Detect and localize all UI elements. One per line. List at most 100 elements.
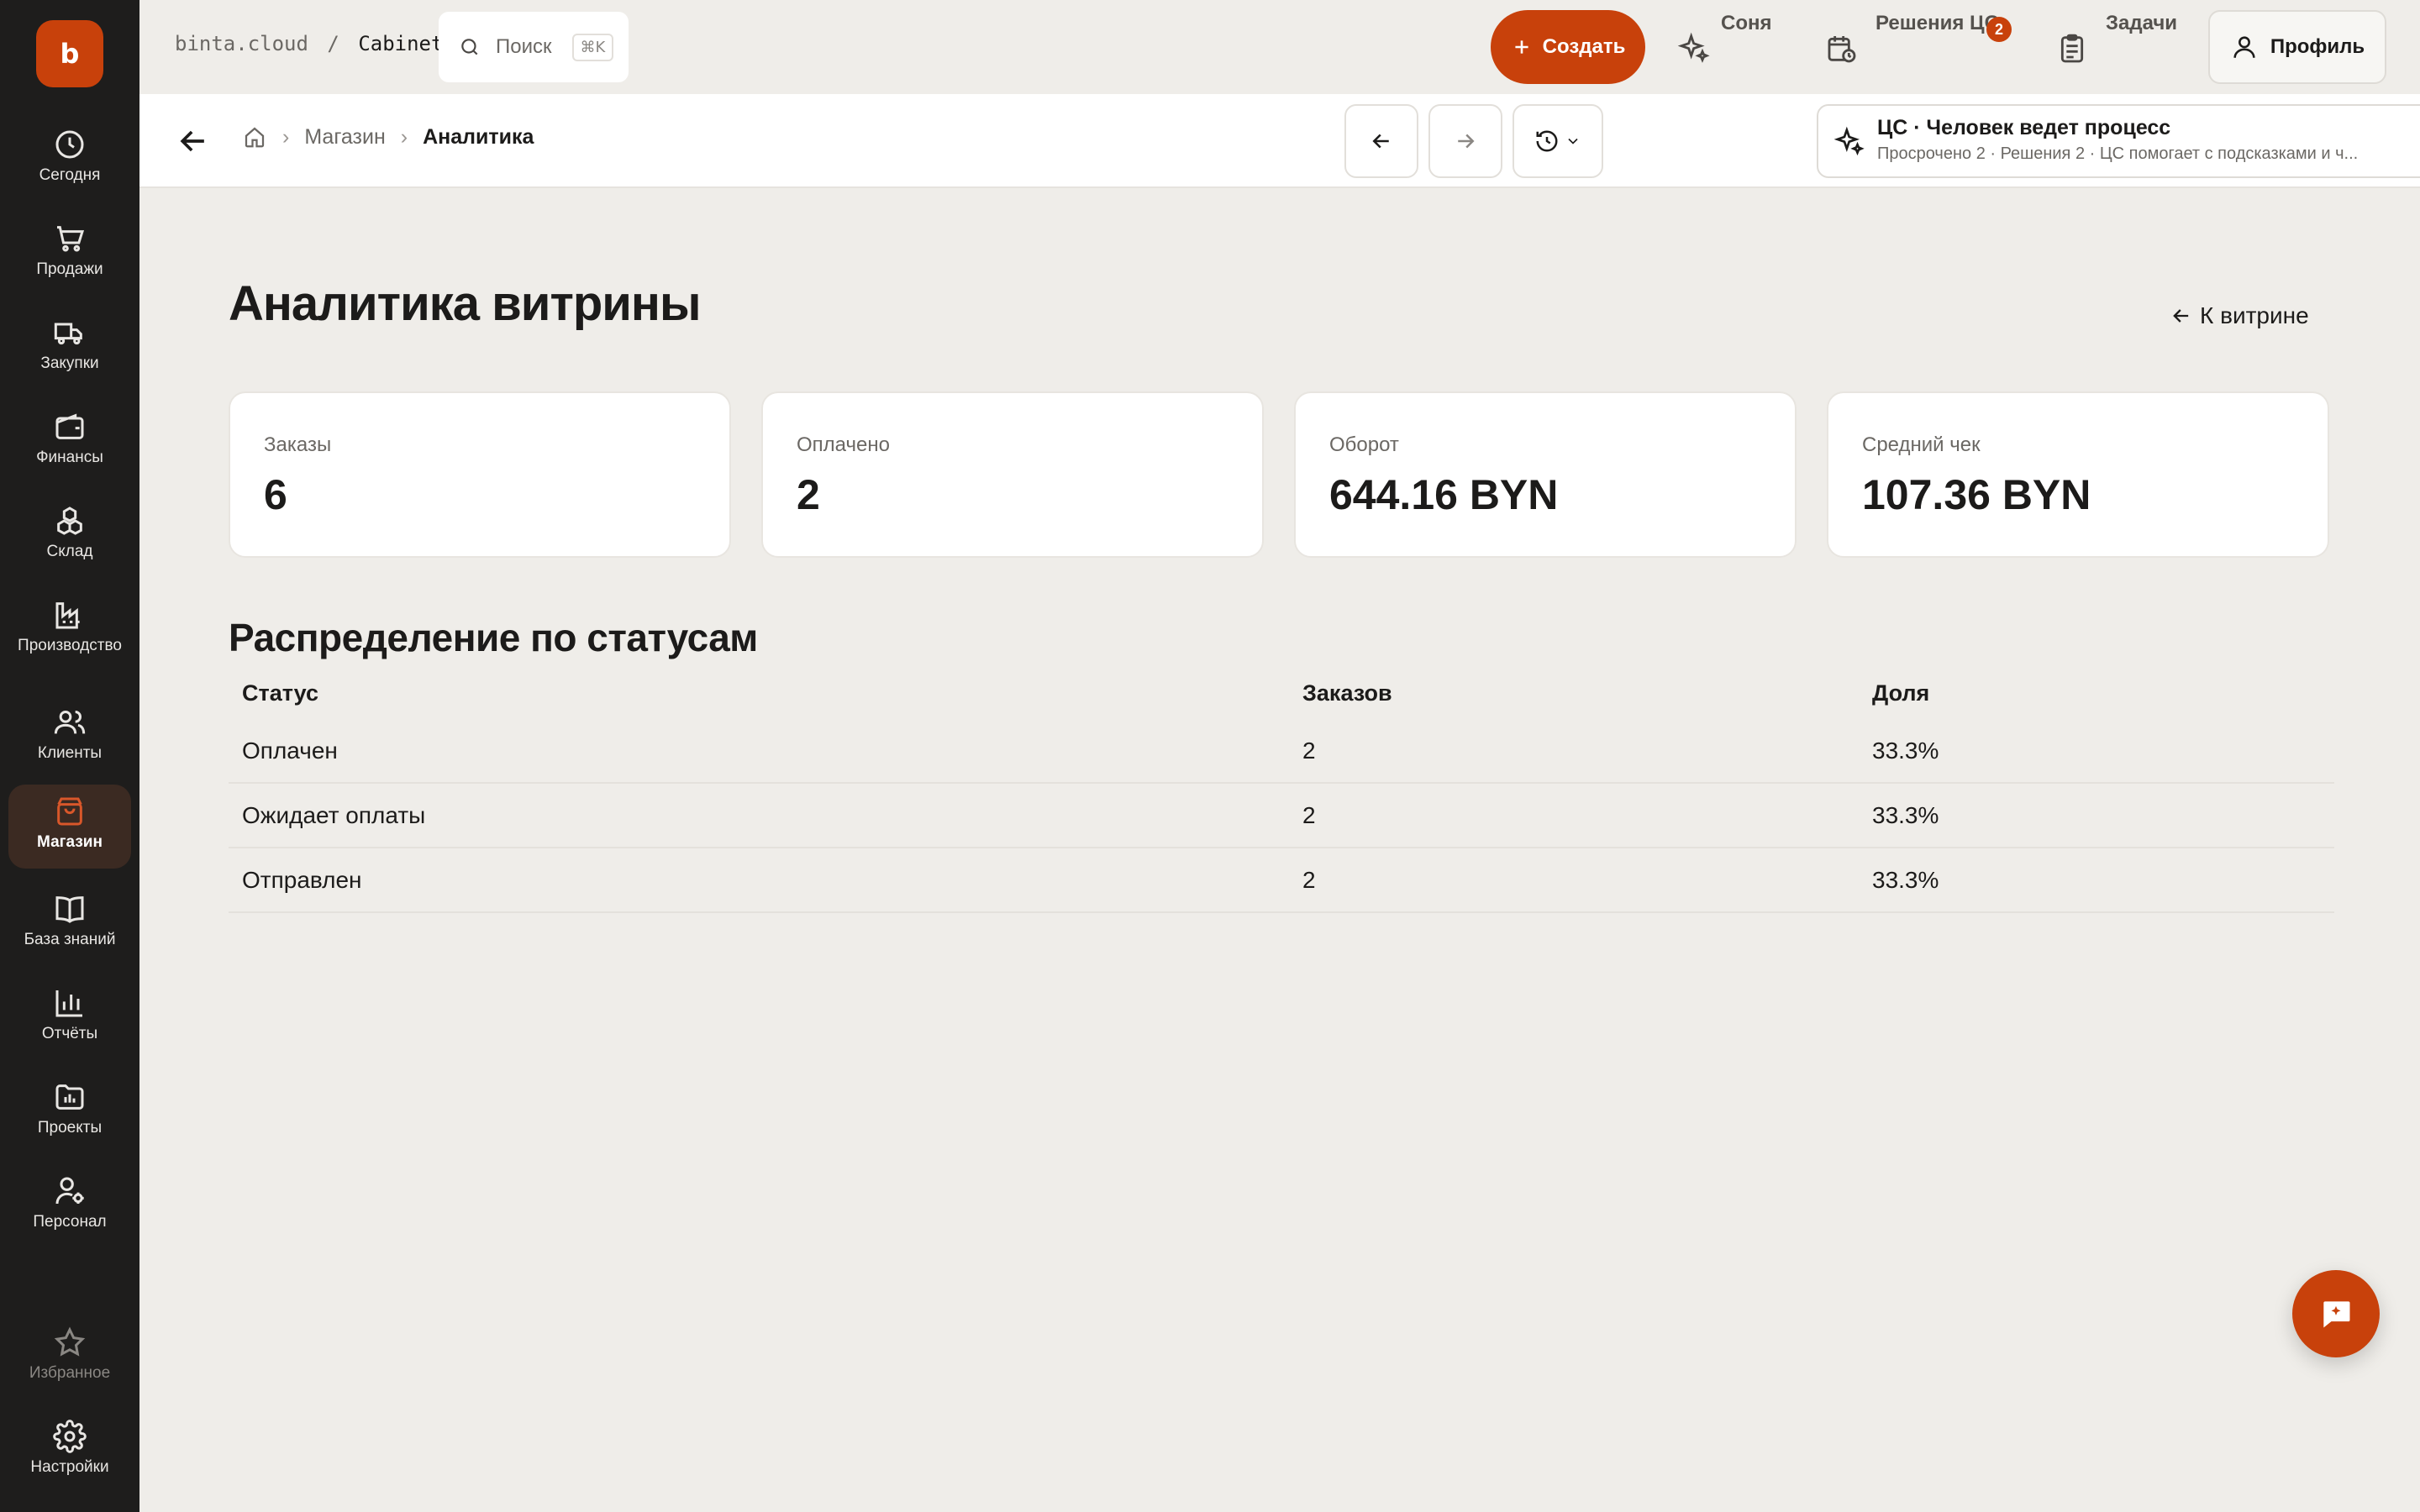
user-icon bbox=[2233, 36, 2255, 58]
sidebar-item-label: Персонал bbox=[33, 1213, 107, 1231]
column-header-orders: Заказов bbox=[1302, 680, 1392, 706]
sidebar-item-label: Сегодня bbox=[39, 166, 101, 184]
kpi-value: 107.36 BYN bbox=[1862, 471, 2091, 518]
subheader: › Магазин › Аналитика ЦС · Человек ведет… bbox=[139, 94, 2420, 188]
decisions-button[interactable]: Решения ЦС 2 bbox=[1825, 8, 2012, 84]
factory-icon bbox=[55, 602, 80, 629]
kpi-label: Оборот bbox=[1329, 433, 1399, 456]
kpi-card-turnover: Оборот 644.16 BYN bbox=[1294, 391, 1797, 558]
decisions-badge: 2 bbox=[1986, 17, 2012, 42]
sidebar-item-label: Клиенты bbox=[37, 744, 103, 762]
sidebar-item-clients[interactable]: Клиенты bbox=[8, 696, 131, 780]
sidebar-item-label: Склад bbox=[46, 543, 93, 560]
sidebar-item-label: Закупки bbox=[40, 354, 99, 372]
calendar-clock-icon bbox=[1828, 36, 1856, 63]
history-forward-button[interactable] bbox=[1428, 104, 1502, 178]
back-arrow-icon[interactable] bbox=[175, 123, 212, 160]
tasks-button[interactable]: Задачи bbox=[2055, 8, 2190, 84]
sidebar-item-knowledge-base[interactable]: База знаний bbox=[8, 882, 131, 966]
cs-status-card[interactable]: ЦС · Человек ведет процесс Просрочено 2 … bbox=[1817, 104, 2420, 178]
create-label: Создать bbox=[1542, 35, 1626, 58]
cell-share: 33.3% bbox=[1872, 867, 1939, 893]
back-to-store-label: К витрине bbox=[2200, 302, 2309, 328]
breadcrumb-section[interactable]: Магазин bbox=[304, 125, 385, 150]
sidebar-item-production[interactable]: Производство bbox=[8, 588, 131, 672]
table-row: Ожидает оплаты 2 33.3% bbox=[229, 784, 2334, 848]
sidebar-item-label: Избранное bbox=[29, 1364, 111, 1382]
bar-chart-icon bbox=[55, 990, 82, 1017]
sidebar-item-favorites[interactable]: Избранное bbox=[8, 1315, 131, 1399]
sidebar-item-warehouse[interactable]: Склад bbox=[8, 494, 131, 578]
cart-icon bbox=[57, 226, 85, 252]
truck-icon bbox=[54, 323, 82, 345]
workspace-path[interactable]: binta.cloud / Cabinet bbox=[175, 32, 443, 55]
home-icon[interactable] bbox=[242, 124, 267, 150]
history-back-button[interactable] bbox=[1344, 104, 1418, 178]
book-icon bbox=[55, 896, 84, 923]
search-shortcut: ⌘K bbox=[571, 33, 614, 61]
search-placeholder: Поиск bbox=[496, 35, 552, 58]
column-header-status: Статус bbox=[242, 680, 318, 706]
sidebar: b Сегодня Продажи Закупки Финансы Склад … bbox=[0, 0, 139, 1512]
sonya-button[interactable]: Соня bbox=[1677, 8, 1778, 84]
chevron-right-icon: › bbox=[400, 124, 408, 149]
cell-orders: 2 bbox=[1302, 802, 1316, 828]
sonya-label: Соня bbox=[1721, 12, 1772, 34]
kpi-value: 2 bbox=[797, 471, 820, 518]
breadcrumb-current: Аналитика bbox=[423, 124, 534, 149]
clipboard-icon bbox=[2060, 34, 2084, 63]
sidebar-item-label: Финансы bbox=[36, 449, 103, 466]
sidebar-item-reports[interactable]: Отчёты bbox=[8, 976, 131, 1060]
sidebar-item-today[interactable]: Сегодня bbox=[8, 118, 131, 202]
sidebar-item-projects[interactable]: Проекты bbox=[8, 1070, 131, 1154]
tasks-label: Задачи bbox=[2106, 12, 2178, 34]
kpi-card-orders: Заказы 6 bbox=[229, 391, 731, 558]
path-separator: / bbox=[327, 32, 339, 55]
sidebar-item-label: Продажи bbox=[36, 260, 103, 278]
profile-label: Профиль bbox=[2270, 35, 2365, 58]
table-header-row: Статус Заказов Доля bbox=[229, 669, 2334, 719]
sidebar-item-finance[interactable]: Финансы bbox=[8, 400, 131, 484]
boxes-icon bbox=[57, 507, 82, 535]
table-row: Оплачен 2 33.3% bbox=[229, 719, 2334, 784]
shopping-bag-icon bbox=[57, 797, 82, 826]
chevron-right-icon: › bbox=[282, 124, 290, 149]
history-icon bbox=[1536, 130, 1558, 152]
kpi-card-average-check: Средний чек 107.36 BYN bbox=[1827, 391, 2329, 558]
sidebar-item-label: Отчёты bbox=[41, 1025, 98, 1042]
topbar: binta.cloud / Cabinet Поиск ⌘K Создать С… bbox=[139, 0, 2420, 94]
users-icon bbox=[54, 711, 86, 734]
cell-share: 33.3% bbox=[1872, 802, 1939, 828]
search-icon bbox=[461, 39, 478, 55]
cabinet-label: Cabinet bbox=[358, 32, 444, 55]
kpi-label: Заказы bbox=[264, 433, 332, 456]
cs-title: ЦС · Человек ведет процесс bbox=[1877, 116, 2171, 139]
user-settings-icon bbox=[55, 1177, 84, 1205]
sidebar-item-shop[interactable]: Магазин bbox=[8, 785, 131, 869]
sidebar-item-settings[interactable]: Настройки bbox=[8, 1410, 131, 1494]
sidebar-item-purchases[interactable]: Закупки bbox=[8, 306, 131, 390]
sidebar-item-staff[interactable]: Персонал bbox=[8, 1164, 131, 1248]
search-input[interactable]: Поиск ⌘K bbox=[439, 12, 629, 82]
sidebar-item-sales[interactable]: Продажи bbox=[8, 212, 131, 296]
profile-button[interactable]: Профиль bbox=[2208, 10, 2386, 84]
arrow-left-icon bbox=[2173, 309, 2189, 323]
gear-icon bbox=[53, 1420, 87, 1453]
assistant-chat-button[interactable] bbox=[2292, 1270, 2380, 1357]
cell-orders: 2 bbox=[1302, 867, 1316, 893]
back-to-store-link[interactable]: К витрине bbox=[2170, 302, 2309, 329]
chat-sparkle-icon bbox=[2323, 1301, 2350, 1328]
kpi-label: Оплачено bbox=[797, 433, 890, 456]
folder-icon bbox=[55, 1084, 84, 1110]
history-menu-button[interactable] bbox=[1512, 104, 1603, 178]
sparkles-icon bbox=[1833, 126, 1865, 156]
sidebar-item-label: Магазин bbox=[37, 833, 103, 851]
create-button[interactable]: Создать bbox=[1491, 10, 1645, 84]
wallet-icon bbox=[55, 413, 84, 439]
sidebar-item-label: Производство bbox=[18, 637, 122, 654]
cell-status: Оплачен bbox=[242, 738, 338, 764]
cell-share: 33.3% bbox=[1872, 738, 1939, 764]
star-icon bbox=[54, 1326, 86, 1357]
column-header-share: Доля bbox=[1872, 680, 1930, 706]
app-logo[interactable]: b bbox=[36, 20, 103, 87]
